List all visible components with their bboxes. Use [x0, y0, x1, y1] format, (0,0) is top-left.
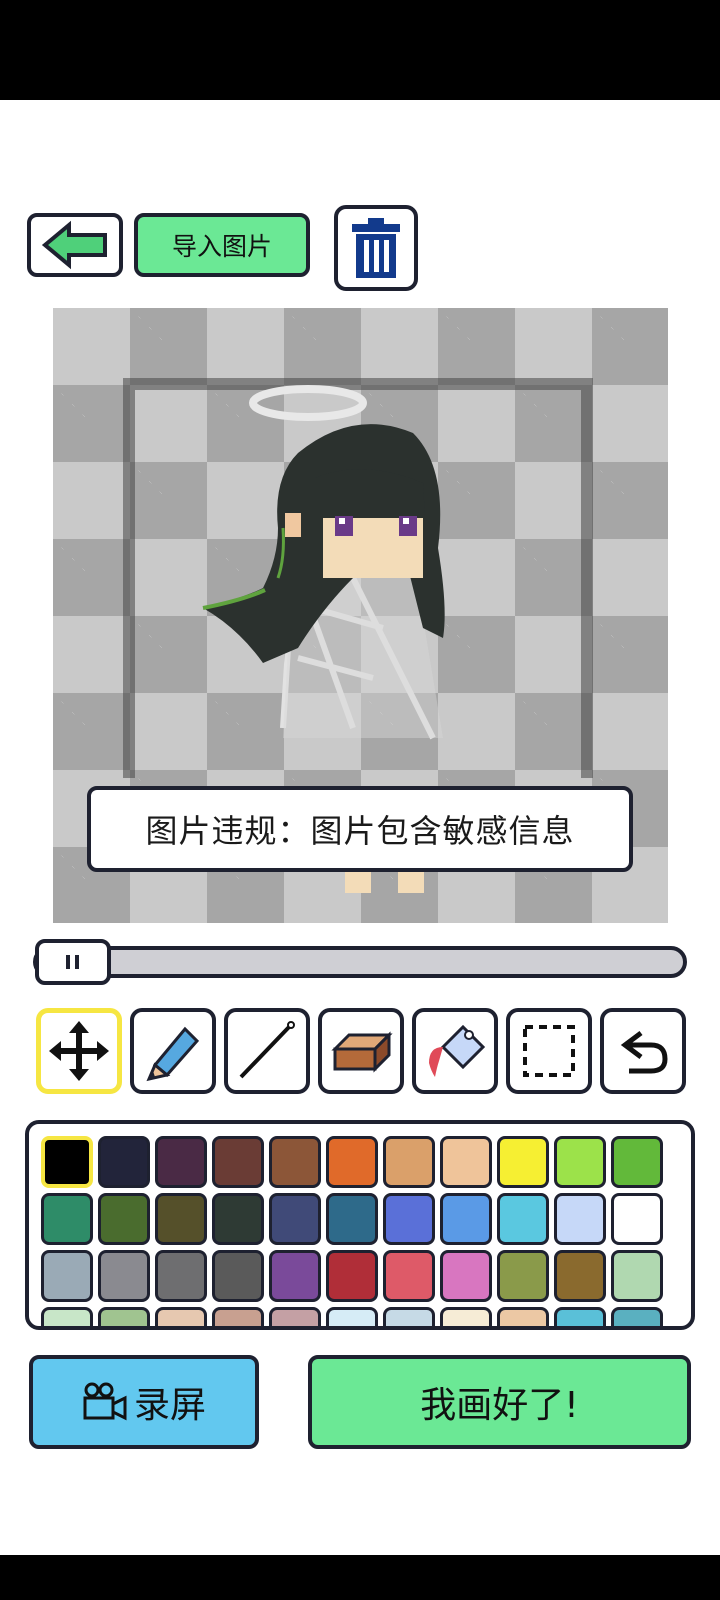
color-palette	[25, 1120, 695, 1330]
move-arrows-icon	[49, 1021, 109, 1081]
color-swatch[interactable]	[326, 1250, 378, 1302]
color-swatch[interactable]	[554, 1307, 606, 1326]
violation-toast: 图片违规：图片包含敏感信息	[87, 786, 633, 872]
color-swatch[interactable]	[440, 1136, 492, 1188]
color-swatch[interactable]	[497, 1193, 549, 1245]
color-swatch[interactable]	[554, 1136, 606, 1188]
color-swatch[interactable]	[497, 1136, 549, 1188]
color-swatch[interactable]	[98, 1193, 150, 1245]
color-swatch[interactable]	[497, 1250, 549, 1302]
delete-button[interactable]	[334, 205, 418, 291]
status-bar	[0, 0, 720, 100]
import-image-button[interactable]: 导入图片	[134, 213, 310, 277]
color-swatch[interactable]	[326, 1193, 378, 1245]
color-swatch[interactable]	[611, 1250, 663, 1302]
color-swatch[interactable]	[269, 1307, 321, 1326]
color-swatch[interactable]	[212, 1193, 264, 1245]
line-tool-button[interactable]	[224, 1008, 310, 1094]
color-swatch[interactable]	[41, 1136, 93, 1188]
color-swatch[interactable]	[212, 1250, 264, 1302]
undo-icon	[620, 1031, 668, 1074]
frame-slider-track[interactable]	[33, 946, 687, 978]
color-swatch[interactable]	[554, 1250, 606, 1302]
color-swatch[interactable]	[41, 1193, 93, 1245]
camera-icon	[83, 1382, 127, 1421]
move-tool-button[interactable]	[36, 1008, 122, 1094]
color-swatch[interactable]	[326, 1307, 378, 1326]
pause-icon	[66, 955, 79, 969]
back-button[interactable]	[27, 213, 123, 277]
color-swatch[interactable]	[611, 1193, 663, 1245]
trash-icon	[352, 218, 400, 278]
color-swatch[interactable]	[440, 1307, 492, 1326]
record-screen-button[interactable]: 录屏	[29, 1355, 259, 1449]
pencil-tool-button[interactable]	[130, 1008, 216, 1094]
frame-slider-thumb[interactable]	[35, 939, 111, 985]
color-swatch[interactable]	[383, 1193, 435, 1245]
color-swatch[interactable]	[326, 1136, 378, 1188]
undo-button[interactable]	[600, 1008, 686, 1094]
color-swatch[interactable]	[269, 1250, 321, 1302]
back-arrow-icon	[41, 220, 107, 270]
color-swatch[interactable]	[212, 1136, 264, 1188]
selection-icon	[523, 1025, 575, 1077]
toast-message: 图片违规：图片包含敏感信息	[145, 812, 575, 850]
finish-drawing-label: 我画好了!	[420, 1385, 579, 1426]
fill-tool-button[interactable]	[412, 1008, 498, 1094]
color-swatch[interactable]	[98, 1136, 150, 1188]
color-swatch[interactable]	[383, 1136, 435, 1188]
selection-tool-button[interactable]	[506, 1008, 592, 1094]
color-swatch[interactable]	[440, 1250, 492, 1302]
color-swatch[interactable]	[611, 1136, 663, 1188]
color-swatch[interactable]	[98, 1307, 150, 1326]
color-swatch[interactable]	[41, 1307, 93, 1326]
color-swatch[interactable]	[155, 1307, 207, 1326]
eraser-icon	[331, 1031, 393, 1073]
finish-drawing-button[interactable]: 我画好了!	[308, 1355, 691, 1449]
paint-bucket-icon	[429, 1024, 486, 1077]
color-swatch[interactable]	[383, 1307, 435, 1326]
color-swatch[interactable]	[155, 1193, 207, 1245]
color-swatch[interactable]	[212, 1307, 264, 1326]
navigation-bar	[0, 1555, 720, 1600]
color-swatch[interactable]	[554, 1193, 606, 1245]
pencil-icon	[146, 1026, 200, 1082]
line-icon	[239, 1021, 295, 1079]
color-swatch[interactable]	[497, 1307, 549, 1326]
color-swatch[interactable]	[611, 1307, 663, 1326]
color-swatch[interactable]	[269, 1193, 321, 1245]
color-swatch[interactable]	[269, 1136, 321, 1188]
eraser-tool-button[interactable]	[318, 1008, 404, 1094]
color-swatch[interactable]	[41, 1250, 93, 1302]
import-image-label: 导入图片	[171, 232, 272, 261]
drawing-canvas[interactable]: 图片违规：图片包含敏感信息	[53, 308, 668, 923]
color-swatch[interactable]	[383, 1250, 435, 1302]
color-swatch[interactable]	[440, 1193, 492, 1245]
record-screen-label: 录屏	[133, 1385, 206, 1426]
color-swatch[interactable]	[155, 1250, 207, 1302]
color-swatch[interactable]	[155, 1136, 207, 1188]
color-swatch[interactable]	[98, 1250, 150, 1302]
